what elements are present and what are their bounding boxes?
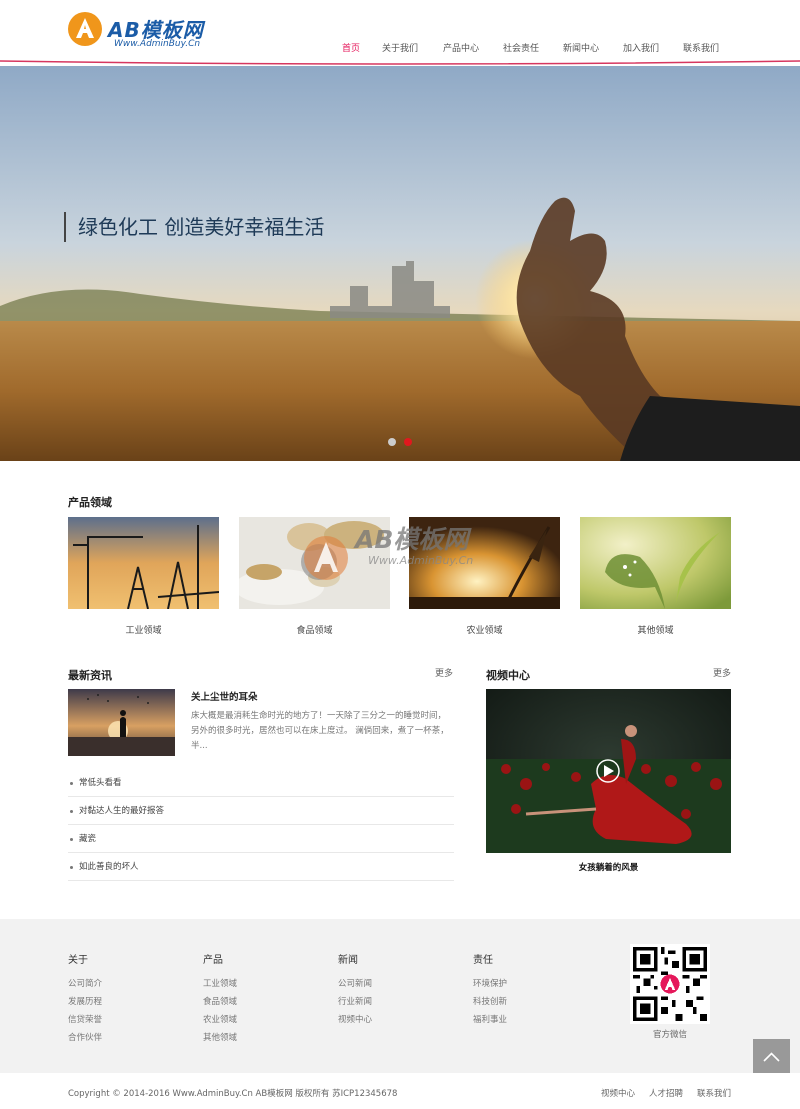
featured-news-image[interactable] xyxy=(68,689,175,756)
news-item[interactable]: 藏瓷 xyxy=(68,825,454,853)
product-label-industrial[interactable]: 工业领域 xyxy=(68,623,219,636)
footer-link[interactable]: 农业领域 xyxy=(203,1013,237,1025)
video-thumbnail[interactable] xyxy=(486,689,731,853)
product-other-image[interactable] xyxy=(580,517,731,609)
hero-caption: 绿色化工 创造美好幸福生活 xyxy=(64,212,324,242)
product-label-agriculture[interactable]: 农业领域 xyxy=(409,623,560,636)
site-header: AB模板网 Www.AdminBuy.Cn 首页 关于我们 产品中心 社会责任 … xyxy=(0,0,800,62)
news-more-link[interactable]: 更多 xyxy=(435,666,453,679)
footer-link[interactable]: 公司简介 xyxy=(68,977,102,989)
video-title: 视频中心 xyxy=(486,669,530,682)
bottom-link-video[interactable]: 视频中心 xyxy=(601,1087,635,1099)
news-item[interactable]: 常低头看看 xyxy=(68,769,454,797)
nav-responsibility[interactable]: 社会责任 xyxy=(503,41,539,54)
footer-link[interactable]: 福利事业 xyxy=(473,1013,507,1025)
qr-label: 官方微信 xyxy=(652,1030,687,1040)
nav-join[interactable]: 加入我们 xyxy=(623,41,659,54)
wechat-qr-code xyxy=(630,944,710,1024)
watermark-text: AB模板网 xyxy=(355,525,469,554)
slide-dot-1[interactable] xyxy=(388,438,396,446)
footer-link[interactable]: 其他领域 xyxy=(203,1031,237,1043)
footer-link[interactable]: 公司新闻 xyxy=(338,977,372,989)
footer-link[interactable]: 合作伙伴 xyxy=(68,1031,102,1043)
news-title: 最新资讯 xyxy=(68,669,112,682)
bottom-link-contact[interactable]: 联系我们 xyxy=(697,1087,731,1099)
featured-news-excerpt: 床大概是最消耗生命时光的地方了！一天除了三分之一的睡觉时间，另外的很多时光，居然… xyxy=(191,711,449,751)
logo-emblem-icon xyxy=(68,12,102,46)
site-logo[interactable]: AB模板网 Www.AdminBuy.Cn xyxy=(68,12,228,52)
product-label-food[interactable]: 食品领域 xyxy=(239,623,390,636)
nav-home[interactable]: 首页 xyxy=(342,41,360,54)
bottom-link-jobs[interactable]: 人才招聘 xyxy=(649,1087,683,1099)
nav-products[interactable]: 产品中心 xyxy=(443,41,479,54)
qr-code-icon xyxy=(633,947,707,1021)
footer-col-news-title: 新闻 xyxy=(338,955,358,966)
featured-news-title[interactable]: 关上尘世的耳朵 xyxy=(191,689,258,703)
hero-banner[interactable]: 绿色化工 创造美好幸福生活 xyxy=(0,66,800,461)
product-label-other[interactable]: 其他领域 xyxy=(580,623,731,636)
nav-about[interactable]: 关于我们 xyxy=(382,41,418,54)
footer-link[interactable]: 发展历程 xyxy=(68,995,102,1007)
copyright-text: Copyright © 2014-2016 Www.AdminBuy.Cn AB… xyxy=(68,1089,398,1099)
watermark-subtext: Www.AdminBuy.Cn xyxy=(368,554,474,567)
nav-contact[interactable]: 联系我们 xyxy=(683,41,719,54)
video-caption[interactable]: 女孩躺着的风景 xyxy=(486,861,731,873)
news-item[interactable]: 如此善良的坏人 xyxy=(68,853,454,881)
footer-link[interactable]: 科技创新 xyxy=(473,995,507,1007)
footer-link[interactable]: 视频中心 xyxy=(338,1013,372,1025)
slide-dot-2[interactable] xyxy=(404,438,412,446)
footer-link[interactable]: 工业领域 xyxy=(203,977,237,989)
footer-link[interactable]: 环境保护 xyxy=(473,977,507,989)
hero-image xyxy=(0,66,800,461)
logo-subtext: Www.AdminBuy.Cn xyxy=(114,39,201,49)
products-title: 产品领域 xyxy=(68,496,112,509)
footer-col-products-title: 产品 xyxy=(203,955,223,966)
footer-link[interactable]: 行业新闻 xyxy=(338,995,372,1007)
video-more-link[interactable]: 更多 xyxy=(713,666,731,679)
news-item[interactable]: 对黏达人生的最好报答 xyxy=(68,797,454,825)
footer-link[interactable]: 食品领域 xyxy=(203,995,237,1007)
footer-col-responsibility-title: 责任 xyxy=(473,955,493,966)
footer-col-about-title: 关于 xyxy=(68,955,88,966)
product-industrial-image[interactable] xyxy=(68,517,219,609)
news-list: 常低头看看 对黏达人生的最好报答 藏瓷 如此善良的坏人 xyxy=(68,769,454,881)
chevron-up-icon xyxy=(763,1052,780,1062)
footer-link[interactable]: 信贷荣誉 xyxy=(68,1013,102,1025)
back-to-top-button[interactable] xyxy=(753,1039,790,1076)
nav-news[interactable]: 新闻中心 xyxy=(563,41,599,54)
